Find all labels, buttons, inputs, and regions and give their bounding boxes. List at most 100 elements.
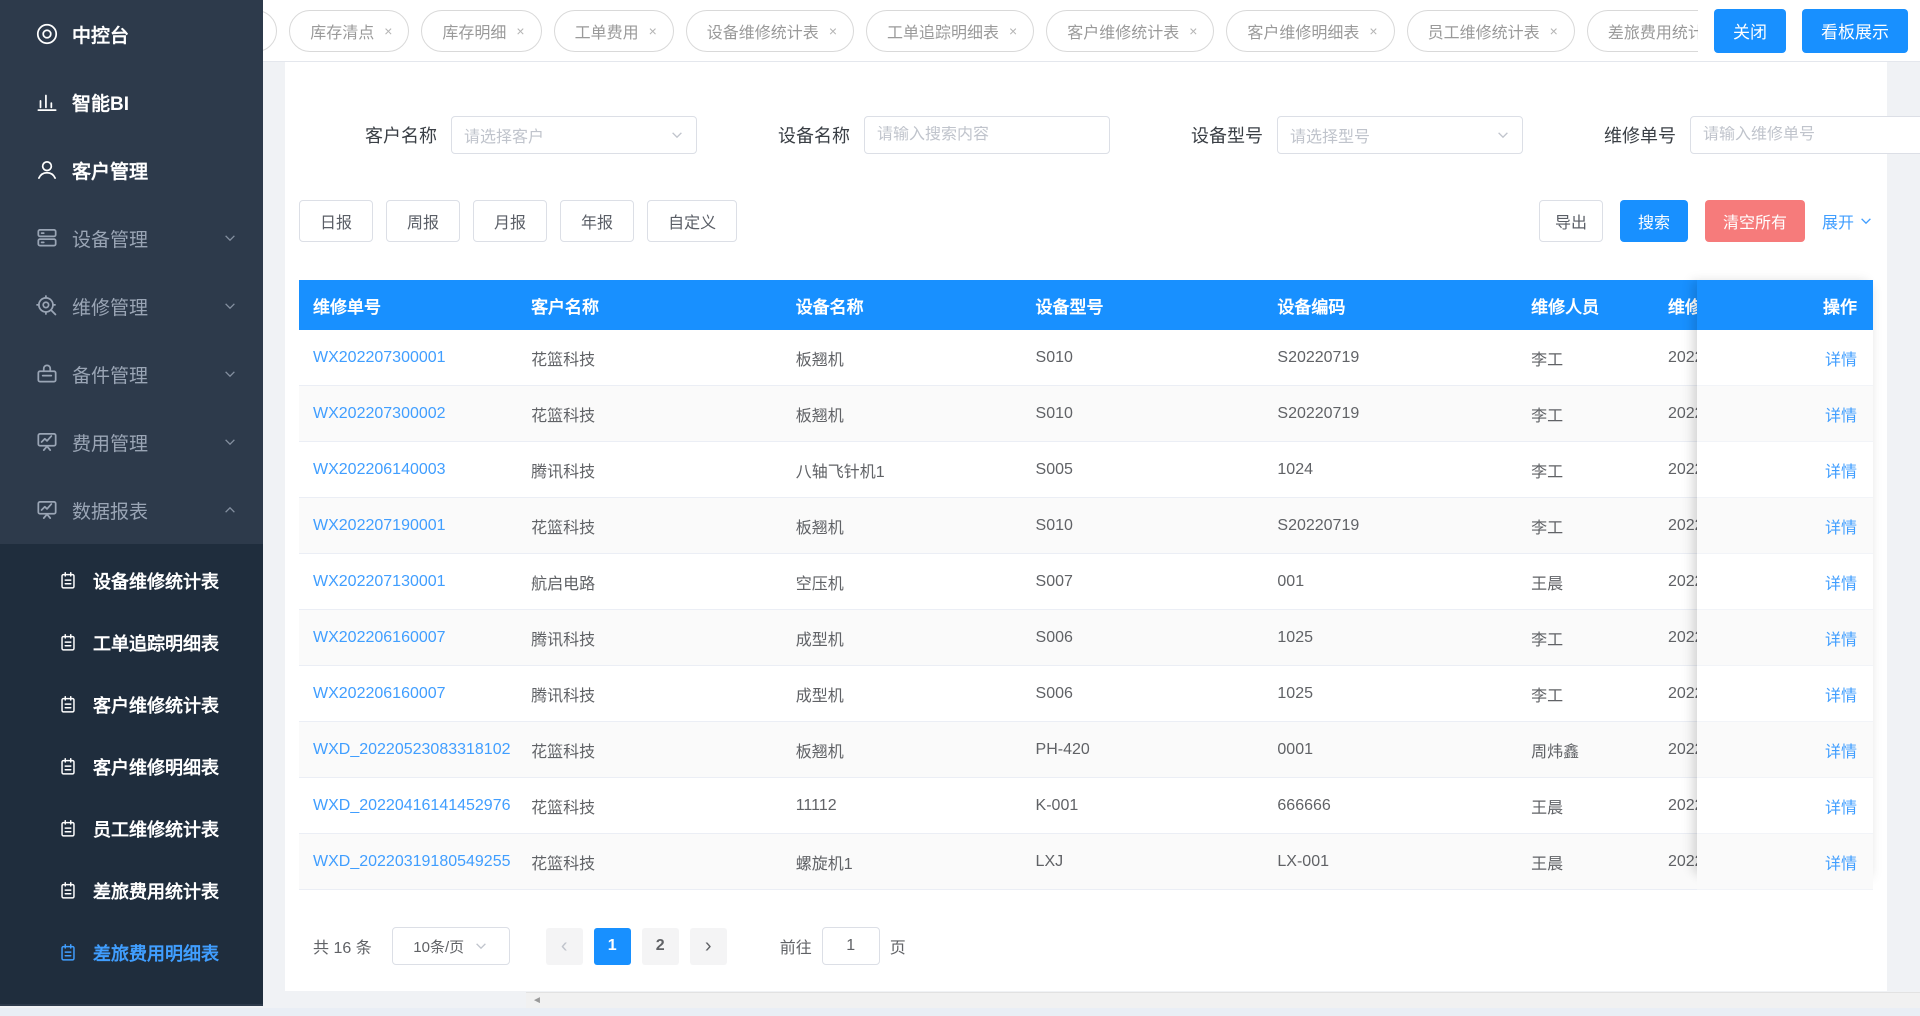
cell-device_model: S010 bbox=[1035, 404, 1073, 422]
cell-order_no[interactable]: WXD_20220319180549255 bbox=[299, 853, 517, 871]
clear-all-button[interactable]: 清空所有 bbox=[1704, 200, 1805, 242]
detail-link[interactable]: 详情 bbox=[1825, 402, 1857, 426]
page-button-2[interactable]: 2 bbox=[641, 927, 679, 965]
detail-link[interactable]: 详情 bbox=[1825, 682, 1857, 706]
detail-link[interactable]: 详情 bbox=[1825, 738, 1857, 762]
report-table: 维修单号客户名称设备名称设备型号设备编码维修人员维修时间 WX202207300… bbox=[299, 280, 1873, 890]
cell-order_no[interactable]: WX202207130001 bbox=[299, 573, 517, 591]
total-count: 共 16 条 bbox=[313, 940, 372, 957]
sidebar-item-0[interactable]: 中控台 bbox=[0, 0, 263, 68]
cell-device_code: 1025 bbox=[1277, 684, 1313, 702]
tab-4[interactable]: 设备维修统计表 × bbox=[685, 9, 854, 52]
report-period-button-4[interactable]: 自定义 bbox=[647, 200, 738, 242]
report-period-button-1[interactable]: 周报 bbox=[386, 200, 461, 242]
tab-close-icon[interactable]: × bbox=[1189, 23, 1197, 39]
tab-close-icon[interactable]: × bbox=[516, 23, 524, 39]
sheet-icon bbox=[57, 818, 79, 840]
sidebar-subitem-6[interactable]: 差旅费用明细表 bbox=[0, 922, 263, 984]
order-no-input[interactable] bbox=[1703, 126, 1920, 144]
expand-link[interactable]: 展开 bbox=[1822, 209, 1873, 233]
tab-3[interactable]: 工单费用 × bbox=[553, 9, 674, 52]
cell-worker: 李工 bbox=[1531, 631, 1564, 649]
cell-order_no[interactable]: WX202206140003 bbox=[299, 461, 517, 479]
cell-order_no[interactable]: WX202206160007 bbox=[299, 629, 517, 647]
next-page-button[interactable]: › bbox=[689, 927, 727, 965]
cell-order_no[interactable]: WX202207300002 bbox=[299, 405, 517, 423]
sidebar-item-5[interactable]: 备件管理 bbox=[0, 340, 263, 408]
tab-5[interactable]: 工单追踪明细表 × bbox=[866, 9, 1035, 52]
sheet-icon bbox=[57, 570, 79, 592]
sidebar-item-label: 智能BI bbox=[72, 93, 130, 115]
horizontal-scrollbar[interactable]: ◄ bbox=[526, 992, 1920, 1008]
cell-customer: 花篮科技 bbox=[531, 407, 596, 425]
prev-page-button[interactable]: ‹ bbox=[545, 927, 583, 965]
sidebar-item-3[interactable]: 设备管理 bbox=[0, 204, 263, 272]
cell-worker: 王晨 bbox=[1531, 575, 1564, 593]
sidebar-item-1[interactable]: 智能BI bbox=[0, 68, 263, 136]
report-period-button-3[interactable]: 年报 bbox=[560, 200, 635, 242]
table-row: WXD_20220319180549255 花篮科技 螺旋机1 LXJ LX-001 王晨… bbox=[299, 834, 1873, 890]
report-period-button-2[interactable]: 月报 bbox=[473, 200, 548, 242]
tab-close-icon[interactable]: × bbox=[1369, 23, 1377, 39]
cell-order_no[interactable]: WXD_20220416141452976 bbox=[299, 797, 517, 815]
tab-1[interactable]: 库存清点 × bbox=[289, 9, 410, 52]
sidebar-subitem-5[interactable]: 差旅费用统计表 bbox=[0, 860, 263, 922]
action-cell: 详情 bbox=[1697, 498, 1873, 554]
sidebar-item-4[interactable]: 维修管理 bbox=[0, 272, 263, 340]
sidebar-subitem-3[interactable]: 客户维修明细表 bbox=[0, 736, 263, 798]
export-button[interactable]: 导出 bbox=[1538, 200, 1603, 242]
cell-worker: 王晨 bbox=[1531, 799, 1564, 817]
cell-order_no[interactable]: WXD_20220523083318102 bbox=[299, 741, 517, 759]
device-name-input[interactable] bbox=[877, 126, 1097, 144]
tab-2[interactable]: 库存明细 × bbox=[421, 9, 542, 52]
tab-6[interactable]: 客户维修统计表 × bbox=[1046, 9, 1215, 52]
detail-link[interactable]: 详情 bbox=[1825, 458, 1857, 482]
tab-close-icon[interactable]: × bbox=[384, 23, 392, 39]
page-size-select[interactable]: 10条/页 bbox=[391, 927, 510, 965]
device-model-select[interactable]: 请选择型号 bbox=[1277, 116, 1523, 154]
sidebar-item-label: 设备管理 bbox=[72, 229, 149, 251]
spare-icon bbox=[34, 361, 60, 387]
customer-select[interactable]: 请选择客户 bbox=[451, 116, 697, 154]
search-button[interactable]: 搜索 bbox=[1619, 200, 1688, 242]
sidebar-subitem-1[interactable]: 工单追踪明细表 bbox=[0, 612, 263, 674]
tab-close-icon[interactable]: × bbox=[1009, 23, 1017, 39]
sidebar-item-2[interactable]: 客户管理 bbox=[0, 136, 263, 204]
page-button-1[interactable]: 1 bbox=[593, 927, 631, 965]
tab-7[interactable]: 客户维修明细表 × bbox=[1226, 9, 1395, 52]
sidebar-item-6[interactable]: 费用管理 bbox=[0, 408, 263, 476]
page-number-buttons: 12 bbox=[593, 927, 690, 965]
cell-order_no[interactable]: WX202207300001 bbox=[299, 349, 517, 367]
sidebar-subitem-4[interactable]: 员工维修统计表 bbox=[0, 798, 263, 860]
detail-link[interactable]: 详情 bbox=[1825, 346, 1857, 370]
goto-page: 前往 页 bbox=[780, 927, 906, 965]
tab-9[interactable]: 差旅费用统计表× bbox=[1586, 9, 1698, 52]
detail-link[interactable]: 详情 bbox=[1825, 850, 1857, 874]
cell-device_code: 1025 bbox=[1277, 628, 1313, 646]
board-display-button[interactable]: 看板展示 bbox=[1802, 8, 1908, 53]
close-button[interactable]: 关闭 bbox=[1714, 8, 1786, 53]
cell-customer: 花篮科技 bbox=[531, 519, 596, 537]
sidebar-item-7[interactable]: 数据报表 bbox=[0, 476, 263, 544]
tab-8[interactable]: 员工维修统计表 × bbox=[1406, 9, 1575, 52]
cell-device_name: 八轴飞针机1 bbox=[795, 463, 885, 481]
tab-close-icon[interactable]: × bbox=[829, 23, 837, 39]
sidebar-subitem-2[interactable]: 客户维修统计表 bbox=[0, 674, 263, 736]
goto-page-input[interactable] bbox=[821, 927, 880, 965]
detail-link[interactable]: 详情 bbox=[1825, 570, 1857, 594]
cell-order_no[interactable]: WX202206160007 bbox=[299, 685, 517, 703]
tab-close-icon[interactable]: × bbox=[1550, 23, 1558, 39]
report-period-button-0[interactable]: 日报 bbox=[299, 200, 374, 242]
tab-partial[interactable]: × bbox=[263, 9, 278, 52]
cell-device_model: PH-420 bbox=[1035, 740, 1090, 758]
console-icon bbox=[34, 21, 60, 47]
tab-close-icon[interactable]: × bbox=[649, 23, 657, 39]
detail-link[interactable]: 详情 bbox=[1825, 514, 1857, 538]
scroll-left-arrow-icon[interactable]: ◄ bbox=[532, 995, 542, 1006]
cell-device_model: S006 bbox=[1035, 684, 1073, 702]
cell-device_name: 成型机 bbox=[795, 631, 844, 649]
detail-link[interactable]: 详情 bbox=[1825, 794, 1857, 818]
detail-link[interactable]: 详情 bbox=[1825, 626, 1857, 650]
cell-order_no[interactable]: WX202207190001 bbox=[299, 517, 517, 535]
sidebar-subitem-0[interactable]: 设备维修统计表 bbox=[0, 550, 263, 612]
